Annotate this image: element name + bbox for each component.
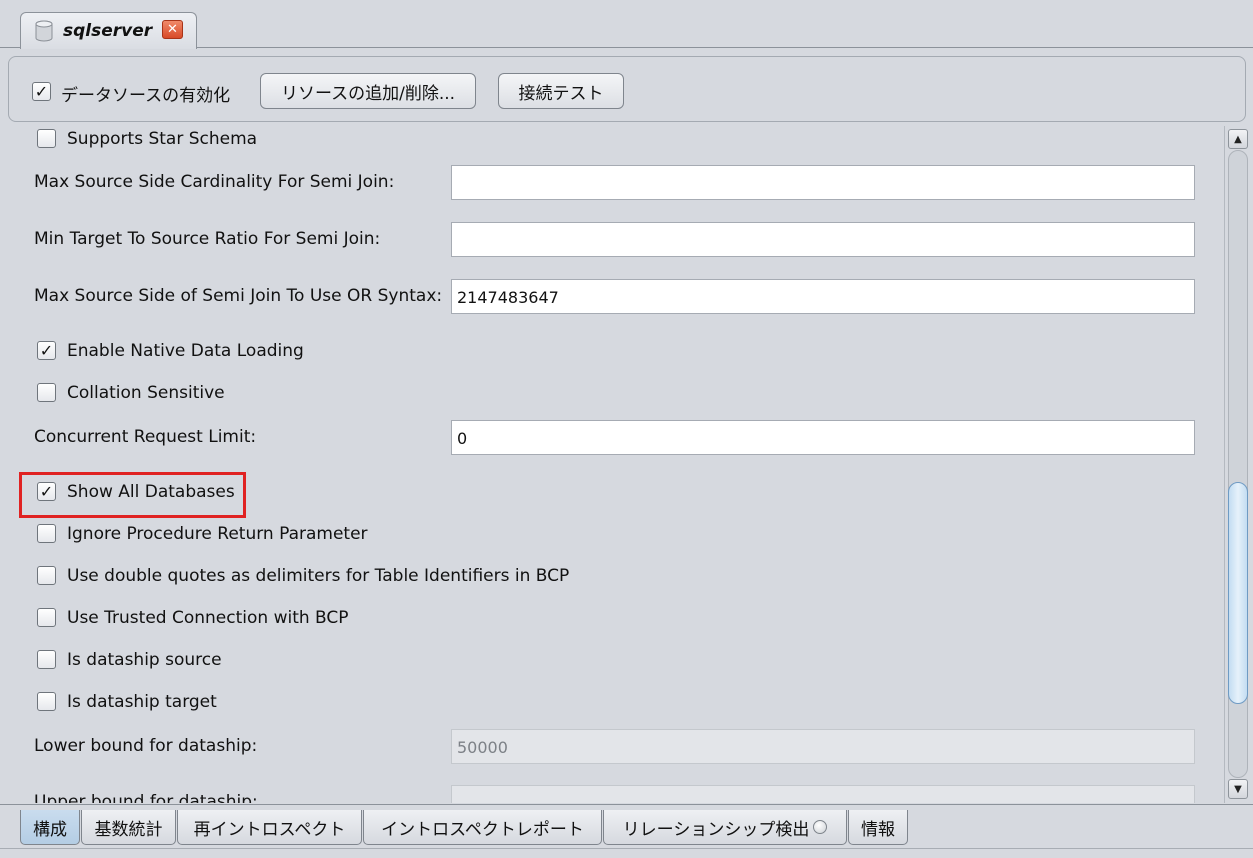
datasource-toolbar: ✓ データソースの有効化 リソースの追加/削除... 接続テスト	[8, 56, 1246, 122]
bottom-tab-bar: 構成 基数統計 再イントロスペクト イントロスペクトレポート リレーションシップ…	[0, 804, 1253, 858]
add-remove-resources-button[interactable]: リソースの追加/削除...	[260, 73, 476, 109]
is-dataship-target-row: Is dataship target	[8, 689, 1222, 719]
max-source-side-or-syntax-label: Max Source Side of Semi Join To Use OR S…	[34, 286, 443, 306]
enable-native-data-loading-checkbox[interactable]: ✓	[37, 341, 56, 360]
max-source-side-cardinality-label: Max Source Side Cardinality For Semi Joi…	[34, 172, 395, 192]
show-all-databases-highlight	[19, 472, 246, 518]
double-quotes-bcp-row: Use double quotes as delimiters for Tabl…	[8, 563, 1222, 593]
lower-bound-dataship-input[interactable]: 50000	[451, 729, 1195, 764]
scroll-up-arrow-icon[interactable]: ▲	[1228, 129, 1248, 149]
min-target-to-source-ratio-input[interactable]	[451, 222, 1195, 257]
upper-bound-dataship-label: Upper bound for dataship:	[34, 792, 258, 803]
collation-sensitive-row: Collation Sensitive	[8, 380, 1222, 410]
vertical-scrollbar[interactable]: ▲ ▼	[1224, 126, 1250, 803]
concurrent-request-limit-input[interactable]: 0	[451, 420, 1195, 455]
is-dataship-target-label: Is dataship target	[67, 692, 217, 712]
enable-native-data-loading-label: Enable Native Data Loading	[67, 341, 304, 361]
connection-test-button[interactable]: 接続テスト	[498, 73, 624, 109]
database-icon	[35, 20, 53, 42]
enable-datasource-label: データソースの有効化	[61, 86, 231, 106]
double-quotes-bcp-checkbox[interactable]	[37, 566, 56, 585]
double-quotes-bcp-label: Use double quotes as delimiters for Tabl…	[67, 566, 570, 586]
scroll-down-arrow-icon[interactable]: ▼	[1228, 779, 1248, 799]
supports-star-schema-row: Supports Star Schema	[8, 126, 1222, 156]
status-indicator-icon	[813, 820, 828, 834]
upper-bound-dataship-input[interactable]	[451, 785, 1195, 803]
tab-configuration[interactable]: 構成	[20, 810, 80, 845]
tab-info[interactable]: 情報	[848, 810, 908, 845]
tab-relationship-detection-label: リレーションシップ検出	[622, 819, 810, 840]
ignore-procedure-return-checkbox[interactable]	[37, 524, 56, 543]
close-tab-button[interactable]: ✕	[162, 20, 183, 39]
scrollbar-thumb[interactable]	[1228, 482, 1248, 704]
trusted-connection-bcp-row: Use Trusted Connection with BCP	[8, 605, 1222, 635]
supports-star-schema-checkbox[interactable]	[37, 129, 56, 148]
ignore-procedure-return-row: Ignore Procedure Return Parameter	[8, 521, 1222, 551]
min-target-to-source-ratio-label: Min Target To Source Ratio For Semi Join…	[34, 229, 381, 249]
max-source-side-cardinality-input[interactable]	[451, 165, 1195, 200]
is-dataship-source-checkbox[interactable]	[37, 650, 56, 669]
ignore-procedure-return-label: Ignore Procedure Return Parameter	[67, 524, 368, 544]
settings-panel: Supports Star Schema Max Source Side Car…	[8, 126, 1222, 803]
tab-title: sqlserver	[63, 21, 153, 41]
trusted-connection-bcp-label: Use Trusted Connection with BCP	[67, 608, 349, 628]
is-dataship-source-row: Is dataship source	[8, 647, 1222, 677]
enable-datasource-checkbox[interactable]: ✓	[32, 82, 51, 101]
bottom-divider	[0, 848, 1253, 849]
tab-cardinality-stats[interactable]: 基数統計	[81, 810, 176, 845]
tab-introspect-report[interactable]: イントロスペクトレポート	[363, 810, 602, 845]
trusted-connection-bcp-checkbox[interactable]	[37, 608, 56, 627]
tab-sqlserver[interactable]: sqlserver ✕	[20, 12, 197, 49]
lower-bound-dataship-label: Lower bound for dataship:	[34, 736, 258, 756]
concurrent-request-limit-label: Concurrent Request Limit:	[34, 427, 257, 447]
supports-star-schema-label: Supports Star Schema	[67, 129, 258, 149]
tab-relationship-detection[interactable]: リレーションシップ検出	[603, 810, 847, 845]
enable-native-data-loading-row: ✓ Enable Native Data Loading	[8, 338, 1222, 368]
collation-sensitive-checkbox[interactable]	[37, 383, 56, 402]
tab-reintrospect[interactable]: 再イントロスペクト	[177, 810, 362, 845]
document-tab-strip: sqlserver ✕	[0, 0, 1253, 49]
max-source-side-or-syntax-input[interactable]: 2147483647	[451, 279, 1195, 314]
collation-sensitive-label: Collation Sensitive	[67, 383, 225, 403]
is-dataship-source-label: Is dataship source	[67, 650, 222, 670]
is-dataship-target-checkbox[interactable]	[37, 692, 56, 711]
